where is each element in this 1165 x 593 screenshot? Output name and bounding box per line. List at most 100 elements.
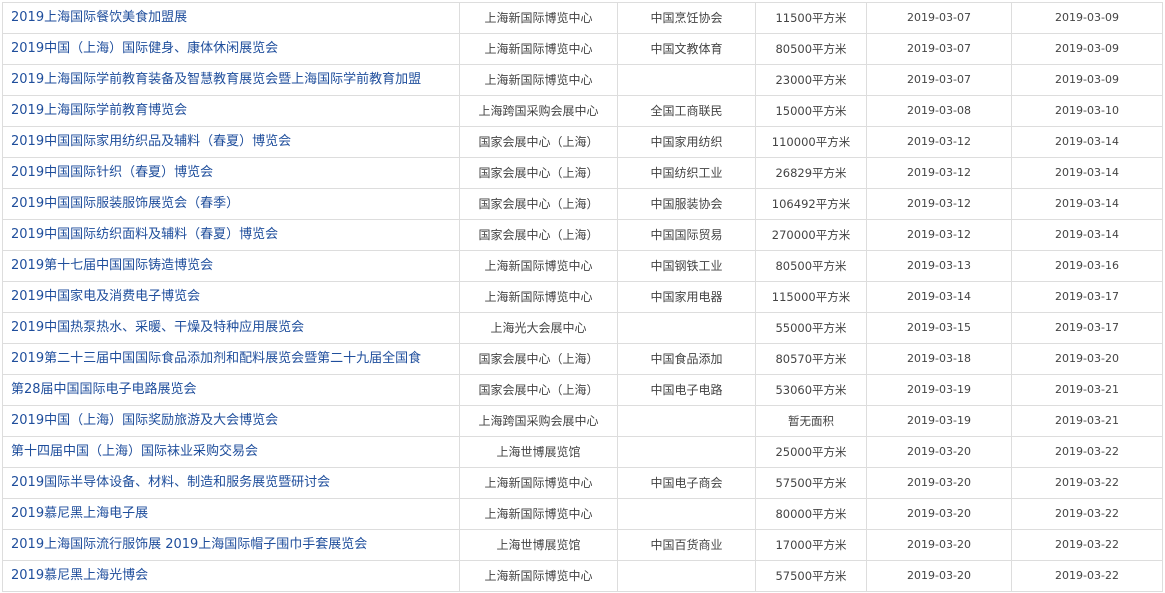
end-date-cell: 2019-03-21 [1012, 375, 1163, 405]
table-row: 2019上海国际学前教育博览会 上海跨国采购会展中心 全国工商联民 15000平… [3, 96, 1163, 127]
venue-cell: 上海世博展览馆 [460, 530, 618, 560]
end-date-cell: 2019-03-20 [1012, 344, 1163, 374]
venue-cell: 上海新国际博览中心 [460, 3, 618, 33]
exhibition-name-link[interactable]: 2019第十七届中国国际铸造博览会 [3, 251, 460, 281]
area-cell: 57500平方米 [756, 468, 867, 498]
area-cell: 15000平方米 [756, 96, 867, 126]
venue-cell: 上海光大会展中心 [460, 313, 618, 343]
area-cell: 55000平方米 [756, 313, 867, 343]
table-row: 2019中国家电及消费电子博览会 上海新国际博览中心 中国家用电器 115000… [3, 282, 1163, 313]
table-row: 2019上海国际餐饮美食加盟展 上海新国际博览中心 中国烹饪协会 11500平方… [3, 3, 1163, 34]
start-date-cell: 2019-03-07 [867, 65, 1012, 95]
area-cell: 23000平方米 [756, 65, 867, 95]
table-row: 2019上海国际流行服饰展 2019上海国际帽子围巾手套展览会 上海世博展览馆 … [3, 530, 1163, 561]
venue-cell: 国家会展中心（上海） [460, 189, 618, 219]
table-row: 2019中国（上海）国际奖励旅游及大会博览会 上海跨国采购会展中心 暂无面积 2… [3, 406, 1163, 437]
area-cell: 57500平方米 [756, 561, 867, 591]
area-cell: 53060平方米 [756, 375, 867, 405]
exhibition-name-link[interactable]: 2019上海国际餐饮美食加盟展 [3, 3, 460, 33]
table-row: 第十四届中国（上海）国际袜业采购交易会 上海世博展览馆 25000平方米 201… [3, 437, 1163, 468]
table-row: 2019中国国际纺织面料及辅料（春夏）博览会 国家会展中心（上海） 中国国际贸易… [3, 220, 1163, 251]
exhibition-name-link[interactable]: 2019慕尼黑上海光博会 [3, 561, 460, 591]
organizer-cell [618, 437, 756, 467]
exhibition-name-link[interactable]: 2019中国国际家用纺织品及辅料（春夏）博览会 [3, 127, 460, 157]
start-date-cell: 2019-03-14 [867, 282, 1012, 312]
exhibition-name-link[interactable]: 2019第二十三届中国国际食品添加剂和配料展览会暨第二十九届全国食 [3, 344, 460, 374]
area-cell: 80500平方米 [756, 34, 867, 64]
exhibition-name-link[interactable]: 第十四届中国（上海）国际袜业采购交易会 [3, 437, 460, 467]
organizer-cell: 中国钢铁工业 [618, 251, 756, 281]
area-cell: 暂无面积 [756, 406, 867, 436]
venue-cell: 上海新国际博览中心 [460, 65, 618, 95]
end-date-cell: 2019-03-17 [1012, 282, 1163, 312]
start-date-cell: 2019-03-12 [867, 158, 1012, 188]
exhibition-name-link[interactable]: 2019中国（上海）国际健身、康体休闲展览会 [3, 34, 460, 64]
exhibition-name-link[interactable]: 2019中国国际服装服饰展览会（春季） [3, 189, 460, 219]
organizer-cell [618, 561, 756, 591]
area-cell: 80500平方米 [756, 251, 867, 281]
end-date-cell: 2019-03-21 [1012, 406, 1163, 436]
exhibition-table: 2019上海国际餐饮美食加盟展 上海新国际博览中心 中国烹饪协会 11500平方… [2, 2, 1163, 592]
table-row: 2019中国国际家用纺织品及辅料（春夏）博览会 国家会展中心（上海） 中国家用纺… [3, 127, 1163, 158]
venue-cell: 上海新国际博览中心 [460, 561, 618, 591]
end-date-cell: 2019-03-14 [1012, 127, 1163, 157]
venue-cell: 上海新国际博览中心 [460, 468, 618, 498]
organizer-cell: 中国烹饪协会 [618, 3, 756, 33]
exhibition-name-link[interactable]: 2019上海国际学前教育装备及智慧教育展览会暨上海国际学前教育加盟 [3, 65, 460, 95]
venue-cell: 上海新国际博览中心 [460, 34, 618, 64]
start-date-cell: 2019-03-12 [867, 220, 1012, 250]
venue-cell: 上海跨国采购会展中心 [460, 96, 618, 126]
area-cell: 26829平方米 [756, 158, 867, 188]
end-date-cell: 2019-03-22 [1012, 561, 1163, 591]
start-date-cell: 2019-03-20 [867, 530, 1012, 560]
organizer-cell: 中国家用电器 [618, 282, 756, 312]
organizer-cell: 中国服装协会 [618, 189, 756, 219]
start-date-cell: 2019-03-20 [867, 561, 1012, 591]
start-date-cell: 2019-03-20 [867, 499, 1012, 529]
venue-cell: 国家会展中心（上海） [460, 375, 618, 405]
exhibition-name-link[interactable]: 2019慕尼黑上海电子展 [3, 499, 460, 529]
venue-cell: 上海跨国采购会展中心 [460, 406, 618, 436]
start-date-cell: 2019-03-12 [867, 127, 1012, 157]
organizer-cell: 中国百货商业 [618, 530, 756, 560]
area-cell: 106492平方米 [756, 189, 867, 219]
venue-cell: 国家会展中心（上海） [460, 344, 618, 374]
area-cell: 110000平方米 [756, 127, 867, 157]
table-row: 2019中国国际针织（春夏）博览会 国家会展中心（上海） 中国纺织工业 2682… [3, 158, 1163, 189]
area-cell: 115000平方米 [756, 282, 867, 312]
start-date-cell: 2019-03-07 [867, 34, 1012, 64]
end-date-cell: 2019-03-17 [1012, 313, 1163, 343]
end-date-cell: 2019-03-22 [1012, 437, 1163, 467]
organizer-cell: 中国电子商会 [618, 468, 756, 498]
venue-cell: 国家会展中心（上海） [460, 220, 618, 250]
exhibition-name-link[interactable]: 2019中国热泵热水、采暖、干燥及特种应用展览会 [3, 313, 460, 343]
end-date-cell: 2019-03-10 [1012, 96, 1163, 126]
exhibition-name-link[interactable]: 2019中国国际针织（春夏）博览会 [3, 158, 460, 188]
end-date-cell: 2019-03-09 [1012, 34, 1163, 64]
start-date-cell: 2019-03-19 [867, 406, 1012, 436]
organizer-cell: 中国食品添加 [618, 344, 756, 374]
exhibition-name-link[interactable]: 2019中国家电及消费电子博览会 [3, 282, 460, 312]
venue-cell: 上海新国际博览中心 [460, 499, 618, 529]
end-date-cell: 2019-03-09 [1012, 3, 1163, 33]
area-cell: 17000平方米 [756, 530, 867, 560]
end-date-cell: 2019-03-22 [1012, 499, 1163, 529]
table-row: 2019中国热泵热水、采暖、干燥及特种应用展览会 上海光大会展中心 55000平… [3, 313, 1163, 344]
venue-cell: 国家会展中心（上海） [460, 158, 618, 188]
organizer-cell [618, 65, 756, 95]
end-date-cell: 2019-03-14 [1012, 220, 1163, 250]
exhibition-name-link[interactable]: 2019中国国际纺织面料及辅料（春夏）博览会 [3, 220, 460, 250]
organizer-cell: 中国纺织工业 [618, 158, 756, 188]
exhibition-name-link[interactable]: 2019国际半导体设备、材料、制造和服务展览暨研讨会 [3, 468, 460, 498]
organizer-cell [618, 499, 756, 529]
end-date-cell: 2019-03-16 [1012, 251, 1163, 281]
start-date-cell: 2019-03-18 [867, 344, 1012, 374]
exhibition-name-link[interactable]: 2019中国（上海）国际奖励旅游及大会博览会 [3, 406, 460, 436]
exhibition-name-link[interactable]: 2019上海国际学前教育博览会 [3, 96, 460, 126]
exhibition-name-link[interactable]: 2019上海国际流行服饰展 2019上海国际帽子围巾手套展览会 [3, 530, 460, 560]
table-row: 2019上海国际学前教育装备及智慧教育展览会暨上海国际学前教育加盟 上海新国际博… [3, 65, 1163, 96]
exhibition-name-link[interactable]: 第28届中国国际电子电路展览会 [3, 375, 460, 405]
organizer-cell: 全国工商联民 [618, 96, 756, 126]
table-row: 2019中国（上海）国际健身、康体休闲展览会 上海新国际博览中心 中国文教体育 … [3, 34, 1163, 65]
table-row: 2019慕尼黑上海光博会 上海新国际博览中心 57500平方米 2019-03-… [3, 561, 1163, 592]
